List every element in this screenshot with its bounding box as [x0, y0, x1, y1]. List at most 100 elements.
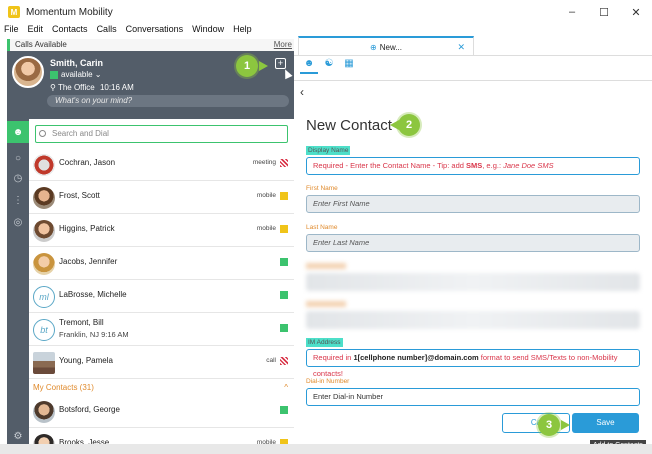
tab-label: New...	[379, 42, 402, 52]
close-icon[interactable]: ✕	[457, 42, 465, 53]
contact-name: Tremont, Bill	[59, 318, 104, 327]
callout-arrow-3	[561, 420, 570, 430]
callout-step-1: 1	[236, 55, 258, 77]
add-contact-icon[interactable]: +	[275, 58, 286, 69]
chevron-down-icon: ⌄	[92, 70, 102, 79]
avatar	[33, 352, 55, 374]
new-contact-form: ‹ New Contact Display Name Required - En…	[294, 80, 652, 454]
redacted-label	[306, 301, 346, 307]
contact-name: Jacobs, Jennifer	[59, 257, 118, 266]
presence-status[interactable]: available ⌄	[50, 70, 102, 79]
contact-name: Higgins, Patrick	[59, 224, 115, 233]
window-controls: – ☐ ✕	[556, 0, 652, 24]
title-bar: M Momentum Mobility – ☐ ✕	[0, 0, 652, 24]
status-badge	[280, 192, 288, 200]
list-item[interactable]: Jacobs, Jennifer	[29, 248, 294, 280]
person-icon[interactable]: ☻	[300, 58, 318, 74]
contacts-nav-icon[interactable]: ☻	[7, 121, 29, 143]
last-name-field[interactable]: Enter Last Name	[306, 234, 640, 252]
nav-rail: ☻ ○ ◷ ⋮ ◎ ⚙	[7, 119, 29, 454]
calls-available-bar: Calls Available More	[7, 39, 294, 51]
minimize-button[interactable]: –	[556, 0, 588, 24]
contact-subtabs: ☻ ☯ ▦	[300, 58, 360, 74]
menu-contacts[interactable]: Contacts	[52, 24, 88, 38]
list-item[interactable]: Cochran, Jason meeting	[29, 149, 294, 181]
mouse-cursor-icon	[281, 67, 293, 80]
window-title: Momentum Mobility	[26, 6, 113, 18]
display-name-hint-bold: SMS	[466, 161, 483, 170]
menu-calls[interactable]: Calls	[97, 24, 117, 38]
app-window: M Momentum Mobility – ☐ ✕ File Edit Cont…	[0, 0, 652, 454]
first-name-label: First Name	[306, 185, 338, 192]
im-address-label: IM Address	[306, 338, 343, 347]
list-item[interactable]: ml LaBrosse, Michelle	[29, 281, 294, 313]
contact-name: LaBrosse, Michelle	[59, 290, 127, 299]
close-button[interactable]: ✕	[620, 0, 652, 24]
plus-circle-icon: ⊕	[370, 42, 377, 52]
dialpad-nav-icon[interactable]: ⋮	[7, 189, 29, 211]
menu-bar: File Edit Contacts Calls Conversations W…	[4, 24, 261, 38]
more-link[interactable]: More	[274, 39, 292, 51]
list-item[interactable]: Higgins, Patrick mobile	[29, 215, 294, 247]
initials-avatar: ml	[33, 286, 55, 308]
contact-name: Botsford, George	[59, 405, 120, 414]
page-title: New Contact	[306, 117, 392, 134]
contact-meta: call	[266, 357, 276, 364]
calls-available-label: Calls Available	[15, 40, 67, 49]
menu-edit[interactable]: Edit	[28, 24, 44, 38]
contact-location: Franklin, NJ 9:16 AM	[59, 330, 129, 339]
save-button[interactable]: Save	[572, 413, 639, 433]
tab-bar: ⊕ New... ✕	[294, 36, 652, 56]
contact-name: Cochran, Jason	[59, 158, 116, 167]
menu-help[interactable]: Help	[233, 24, 252, 38]
callout-step-3: 3	[538, 414, 560, 436]
callout-arrow-1	[259, 61, 268, 71]
profile-name: Smith, Carin	[50, 58, 104, 68]
dial-in-field[interactable]: Enter Dial-in Number	[306, 388, 640, 406]
contact-name: Young, Pamela	[59, 356, 113, 365]
mind-input[interactable]: What's on your mind?	[47, 95, 289, 107]
first-name-field[interactable]: Enter First Name	[306, 195, 640, 213]
avatar[interactable]	[12, 56, 44, 88]
redacted-label	[306, 263, 346, 269]
status-badge	[280, 258, 288, 266]
chevron-up-icon: ^	[284, 383, 288, 392]
im-address-field[interactable]: Required in 1[cellphone number]@domain.c…	[306, 349, 640, 378]
list-item[interactable]: Young, Pamela call	[29, 347, 294, 379]
menu-window[interactable]: Window	[192, 24, 224, 38]
dial-in-label: Dial-in Number	[306, 378, 350, 385]
display-name-field[interactable]: Required - Enter the Contact Name - Tip:…	[306, 157, 640, 175]
search-icon	[39, 130, 46, 137]
menu-file[interactable]: File	[4, 24, 19, 38]
list-item[interactable]: Frost, Scott mobile	[29, 182, 294, 214]
last-name-label: Last Name	[306, 224, 338, 231]
status-badge	[280, 159, 288, 167]
contact-meta: meeting	[252, 159, 276, 166]
menu-conversations[interactable]: Conversations	[126, 24, 184, 38]
im-address-hint: Required in	[313, 353, 354, 362]
profile-location: ⚲ The Office 10:16 AM	[50, 83, 134, 92]
callout-arrow-2	[390, 120, 399, 130]
globe-nav-icon[interactable]: ◎	[7, 211, 29, 233]
list-item[interactable]: Botsford, George	[29, 396, 294, 428]
left-panel: Calls Available More Smith, Carin availa…	[7, 39, 294, 454]
location-pin-icon: ⚲	[50, 83, 58, 92]
group-icon[interactable]: ☯	[320, 58, 338, 74]
chat-nav-icon[interactable]: ○	[7, 147, 29, 169]
my-contacts-header[interactable]: My Contacts (31) ^	[29, 381, 294, 395]
building-icon[interactable]: ▦	[340, 58, 358, 74]
status-badge	[280, 357, 288, 365]
maximize-button[interactable]: ☐	[588, 0, 620, 24]
bottom-strip	[0, 444, 652, 454]
list-item[interactable]: bt Tremont, Bill Franklin, NJ 9:16 AM	[29, 314, 294, 346]
display-name-label: Display Name	[306, 146, 351, 155]
search-input[interactable]: Search and Dial	[35, 125, 288, 143]
redacted-field	[306, 311, 640, 329]
contact-meta: mobile	[256, 225, 276, 232]
back-chevron-icon[interactable]: ‹	[300, 85, 304, 99]
avatar	[33, 154, 55, 176]
contact-name: Frost, Scott	[59, 191, 100, 200]
tab-new-contact[interactable]: ⊕ New... ✕	[298, 36, 474, 56]
history-nav-icon[interactable]: ◷	[7, 167, 29, 189]
im-address-hint-bold: 1[cellphone number]@domain.com	[353, 353, 479, 362]
